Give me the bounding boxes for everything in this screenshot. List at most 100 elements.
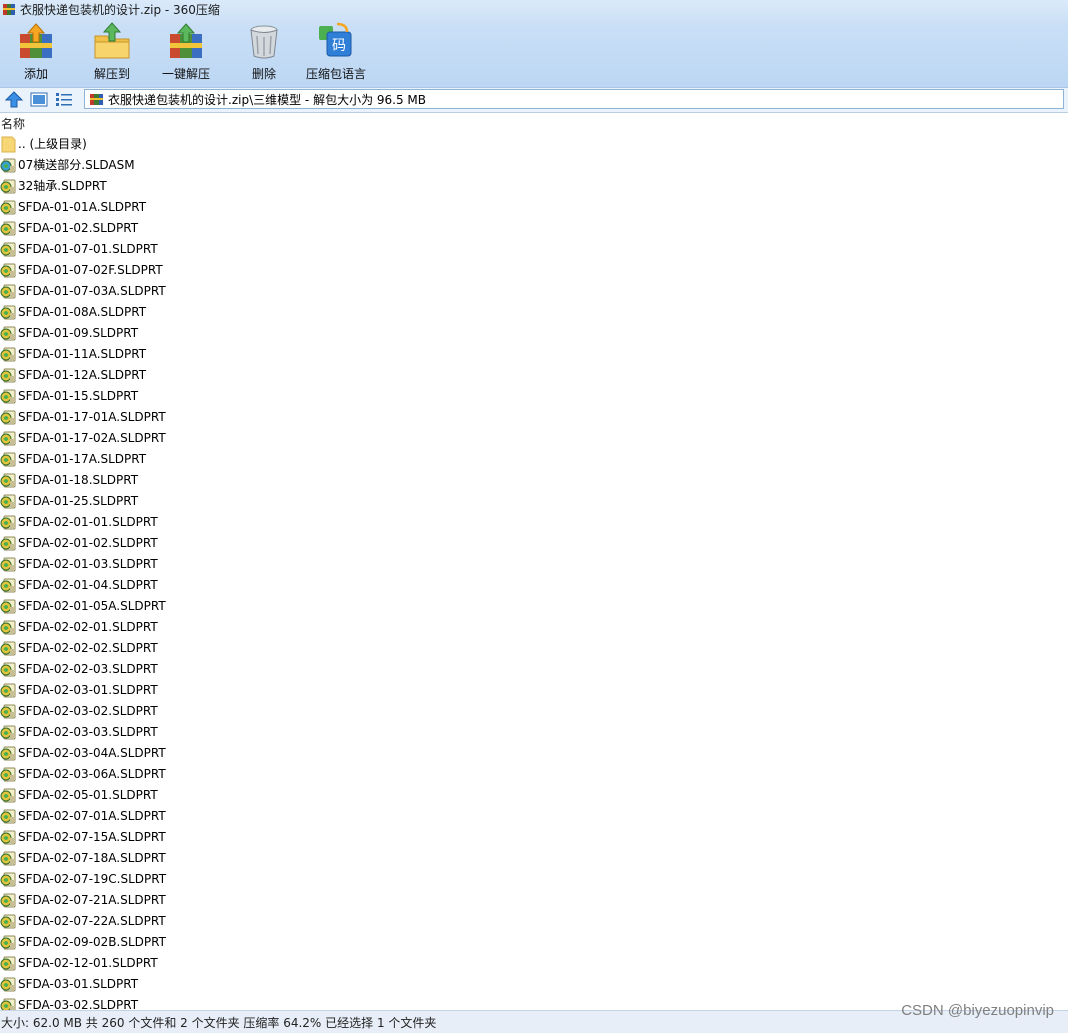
window-title: 衣服快递包装机的设计.zip - 360压缩 [20,2,220,17]
svg-text:码: 码 [332,38,346,54]
delete-button[interactable]: 删除 [245,22,283,82]
solidworks-part-icon [0,389,16,404]
file-name: SFDA-01-09.SLDPRT [18,326,139,340]
solidworks-assembly-icon [0,158,16,173]
file-row[interactable]: SFDA-02-03-06A.SLDPRT [0,764,1068,785]
solidworks-part-icon [0,998,16,1010]
file-row[interactable]: SFDA-02-03-03.SLDPRT [0,722,1068,743]
file-row[interactable]: SFDA-01-12A.SLDPRT [0,365,1068,386]
solidworks-part-icon [0,347,16,362]
file-row[interactable]: SFDA-01-11A.SLDPRT [0,344,1068,365]
file-row[interactable]: SFDA-01-25.SLDPRT [0,491,1068,512]
solidworks-part-icon [0,578,16,593]
add-button[interactable]: 添加 [17,22,55,82]
parent-directory-row[interactable]: .. (上级目录) [0,134,1068,155]
file-row[interactable]: SFDA-01-08A.SLDPRT [0,302,1068,323]
file-row[interactable]: SFDA-03-01.SLDPRT [0,974,1068,995]
file-row[interactable]: SFDA-02-01-01.SLDPRT [0,512,1068,533]
file-row[interactable]: SFDA-02-07-22A.SLDPRT [0,911,1068,932]
file-row[interactable]: SFDA-02-03-04A.SLDPRT [0,743,1068,764]
file-row[interactable]: SFDA-01-18.SLDPRT [0,470,1068,491]
file-name: SFDA-03-01.SLDPRT [18,977,139,991]
file-row[interactable]: SFDA-01-17-01A.SLDPRT [0,407,1068,428]
solidworks-part-icon [0,263,16,278]
file-row[interactable]: SFDA-02-09-02B.SLDPRT [0,932,1068,953]
file-name: SFDA-02-03-03.SLDPRT [18,725,158,739]
file-row[interactable]: SFDA-01-02.SLDPRT [0,218,1068,239]
up-arrow-icon[interactable] [5,91,23,108]
file-row[interactable]: SFDA-02-02-02.SLDPRT [0,638,1068,659]
solidworks-part-icon [0,368,16,383]
file-name: SFDA-01-17A.SLDPRT [18,452,147,466]
title-bar: 衣服快递包装机的设计.zip - 360压缩 [0,0,1068,18]
one-click-extract-button[interactable]: 一键解压 [162,22,210,82]
solidworks-part-icon [0,284,16,299]
add-archive-icon [20,23,52,58]
file-row[interactable]: SFDA-02-03-01.SLDPRT [0,680,1068,701]
file-name: SFDA-02-03-02.SLDPRT [18,704,158,718]
folder-icon [1,136,16,153]
file-list: .. (上级目录) 07横送部分.SLDASM 32轴承.SLDPRT SFDA-0… [0,134,1068,1010]
file-name: SFDA-03-02.SLDPRT [18,998,139,1010]
file-name: SFDA-01-01A.SLDPRT [18,200,147,214]
solidworks-part-icon [0,830,16,845]
file-name: SFDA-02-03-06A.SLDPRT [18,767,166,781]
solidworks-part-icon [0,746,16,761]
file-row[interactable]: SFDA-01-07-01.SLDPRT [0,239,1068,260]
file-row[interactable]: SFDA-02-03-02.SLDPRT [0,701,1068,722]
extract-to-label: 解压到 [93,67,130,81]
file-row[interactable]: SFDA-01-07-02F.SLDPRT [0,260,1068,281]
file-row[interactable]: SFDA-01-09.SLDPRT [0,323,1068,344]
solidworks-part-icon [0,956,16,971]
extract-to-button[interactable]: 解压到 [93,22,131,82]
solidworks-part-icon [0,914,16,929]
file-row[interactable]: SFDA-02-07-19C.SLDPRT [0,869,1068,890]
file-row[interactable]: SFDA-02-12-01.SLDPRT [0,953,1068,974]
address-path: 衣服快递包装机的设计.zip\三维模型 - 解包大小为 96.5 MB [108,92,427,107]
file-row[interactable]: SFDA-02-02-03.SLDPRT [0,659,1068,680]
file-row[interactable]: SFDA-02-02-01.SLDPRT [0,617,1068,638]
file-name: SFDA-01-15.SLDPRT [18,389,139,403]
file-name: 32轴承.SLDPRT [18,179,107,193]
file-name: SFDA-02-05-01.SLDPRT [18,788,158,802]
file-row[interactable]: SFDA-02-01-03.SLDPRT [0,554,1068,575]
file-row[interactable]: SFDA-01-17A.SLDPRT [0,449,1068,470]
file-row[interactable]: SFDA-01-17-02A.SLDPRT [0,428,1068,449]
file-row[interactable]: SFDA-02-07-15A.SLDPRT [0,827,1068,848]
file-row[interactable]: SFDA-02-07-18A.SLDPRT [0,848,1068,869]
file-name: SFDA-01-07-03A.SLDPRT [18,284,166,298]
file-name: SFDA-02-01-05A.SLDPRT [18,599,166,613]
file-row[interactable]: SFDA-02-05-01.SLDPRT [0,785,1068,806]
file-name: SFDA-02-01-04.SLDPRT [18,578,158,592]
thumbnail-view-icon[interactable] [30,91,48,108]
solidworks-part-icon [0,872,16,887]
status-bar: 大小: 62.0 MB 共 260 个文件和 2 个文件夹 压缩率 64.2% … [0,1002,1068,1033]
solidworks-part-icon [0,851,16,866]
file-name: SFDA-01-07-02F.SLDPRT [18,263,163,277]
file-name: SFDA-02-03-01.SLDPRT [18,683,158,697]
solidworks-part-icon [0,935,16,950]
archive-encoding-button[interactable]: 码 压缩包语言 [306,22,366,82]
file-row[interactable]: 32轴承.SLDPRT [0,176,1068,197]
file-row[interactable]: SFDA-02-01-02.SLDPRT [0,533,1068,554]
file-row[interactable]: SFDA-01-15.SLDPRT [0,386,1068,407]
file-row[interactable]: SFDA-01-07-03A.SLDPRT [0,281,1068,302]
solidworks-part-icon [0,704,16,719]
archive-encoding-label: 压缩包语言 [306,67,367,81]
toolbar-region: 衣服快递包装机的设计.zip - 360压缩 添加 解压到 一键解压 删除 码 … [0,0,1068,88]
file-row[interactable]: SFDA-01-01A.SLDPRT [0,197,1068,218]
file-name: SFDA-01-18.SLDPRT [18,473,139,487]
details-view-icon[interactable] [55,91,73,108]
address-bar[interactable]: 衣服快递包装机的设计.zip\三维模型 - 解包大小为 96.5 MB [84,89,1064,109]
file-row[interactable]: SFDA-02-01-05A.SLDPRT [0,596,1068,617]
file-row[interactable]: SFDA-02-07-01A.SLDPRT [0,806,1068,827]
solidworks-part-icon [0,599,16,614]
solidworks-part-icon [0,242,16,257]
file-row[interactable]: SFDA-02-01-04.SLDPRT [0,575,1068,596]
file-name: SFDA-02-02-03.SLDPRT [18,662,158,676]
file-row[interactable]: 07横送部分.SLDASM [0,155,1068,176]
solidworks-part-icon [0,200,16,215]
file-row[interactable]: SFDA-02-07-21A.SLDPRT [0,890,1068,911]
column-name-header[interactable]: 名称 [1,115,25,132]
file-name: SFDA-01-08A.SLDPRT [18,305,147,319]
